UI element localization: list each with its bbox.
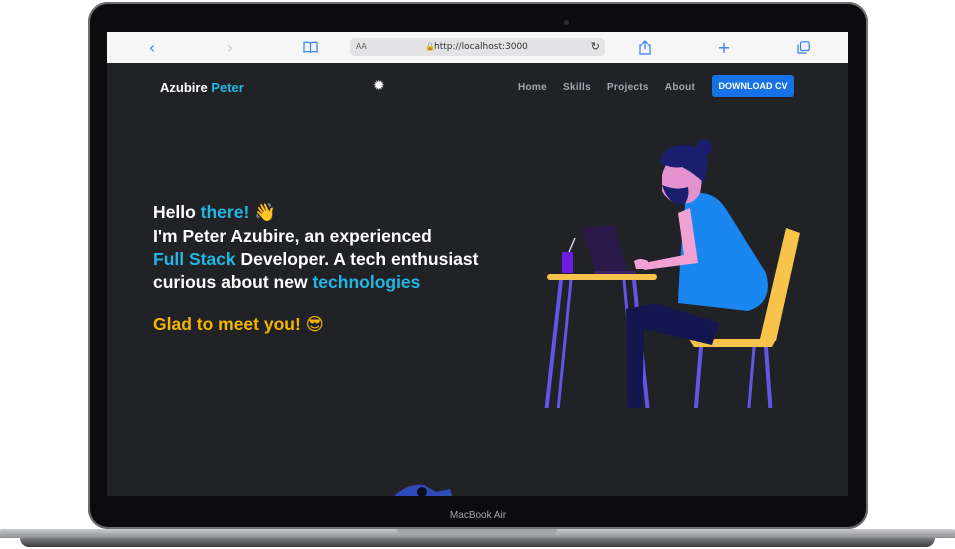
share-button[interactable] (635, 37, 655, 57)
chevron-right-icon: › (226, 37, 234, 57)
device-label: MacBook Air (449, 510, 507, 521)
developer-text: Developer. A tech enthusiast (235, 249, 479, 269)
share-icon (639, 39, 651, 55)
developer-illustration (544, 139, 800, 408)
nav-about[interactable]: About (665, 82, 695, 93)
tabs-icon (796, 40, 810, 54)
download-cv-button[interactable]: DOWNLOAD CV (712, 75, 794, 97)
nav-skills[interactable]: Skills (563, 82, 591, 93)
screen: ‹ › AA 🔒 http://localhost:3000 ↻ + Azubi… (107, 32, 848, 496)
full-stack-text: Full Stack (153, 249, 236, 269)
wave-emoji: 👋 (254, 203, 276, 223)
reload-icon[interactable]: ↻ (591, 40, 600, 53)
brand-logo[interactable]: Azubire Peter (160, 80, 244, 95)
sun-icon: ✹ (373, 78, 385, 94)
hero-intro: Hello there! 👋 I'm Peter Azubire, an exp… (153, 201, 478, 294)
portfolio-page: Azubire Peter ✹ Home Skills Projects Abo… (107, 63, 848, 496)
greeting-text: Glad to meet you! (153, 314, 301, 334)
base-notch (397, 529, 557, 535)
camera (564, 20, 569, 25)
hero-line-3: Full Stack Developer. A tech enthusiast (153, 248, 478, 271)
nav-home[interactable]: Home (518, 82, 547, 93)
hello-text: Hello (153, 202, 201, 222)
plus-icon: + (717, 37, 731, 57)
brand-last-name: Peter (211, 80, 244, 95)
book-icon (302, 41, 318, 53)
laptop-base (0, 529, 955, 549)
base-bottom (20, 538, 935, 547)
url-text: http://localhost:3000 (434, 42, 528, 52)
technologies-text: technologies (312, 272, 421, 292)
sunglasses-emoji: 😎 (305, 315, 324, 335)
bookmarks-button[interactable] (300, 37, 320, 57)
brand-first-name: Azubire (160, 80, 208, 95)
hero-line-1: Hello there! 👋 (153, 201, 478, 225)
theme-toggle-button[interactable]: ✹ (373, 78, 385, 94)
new-tab-button[interactable]: + (714, 37, 734, 57)
chevron-left-icon: ‹ (148, 37, 156, 57)
greeting: Glad to meet you! 😎 (153, 314, 324, 335)
hero-line-4: curious about new technologies (153, 271, 478, 294)
forward-button[interactable]: › (220, 37, 240, 57)
hero-line-2: I'm Peter Azubire, an experienced (153, 226, 432, 246)
address-bar[interactable]: AA 🔒 http://localhost:3000 ↻ (350, 38, 605, 56)
curious-text: curious about new (153, 272, 313, 292)
text-size-button[interactable]: AA (356, 42, 367, 51)
tabs-button[interactable] (793, 37, 813, 57)
nav-projects[interactable]: Projects (607, 82, 649, 93)
scroll-hint-avatar (394, 484, 452, 496)
main-nav: Home Skills Projects About (518, 82, 695, 93)
back-button[interactable]: ‹ (142, 37, 162, 57)
there-text: there! (200, 202, 250, 222)
browser-toolbar: ‹ › AA 🔒 http://localhost:3000 ↻ + (107, 32, 848, 64)
